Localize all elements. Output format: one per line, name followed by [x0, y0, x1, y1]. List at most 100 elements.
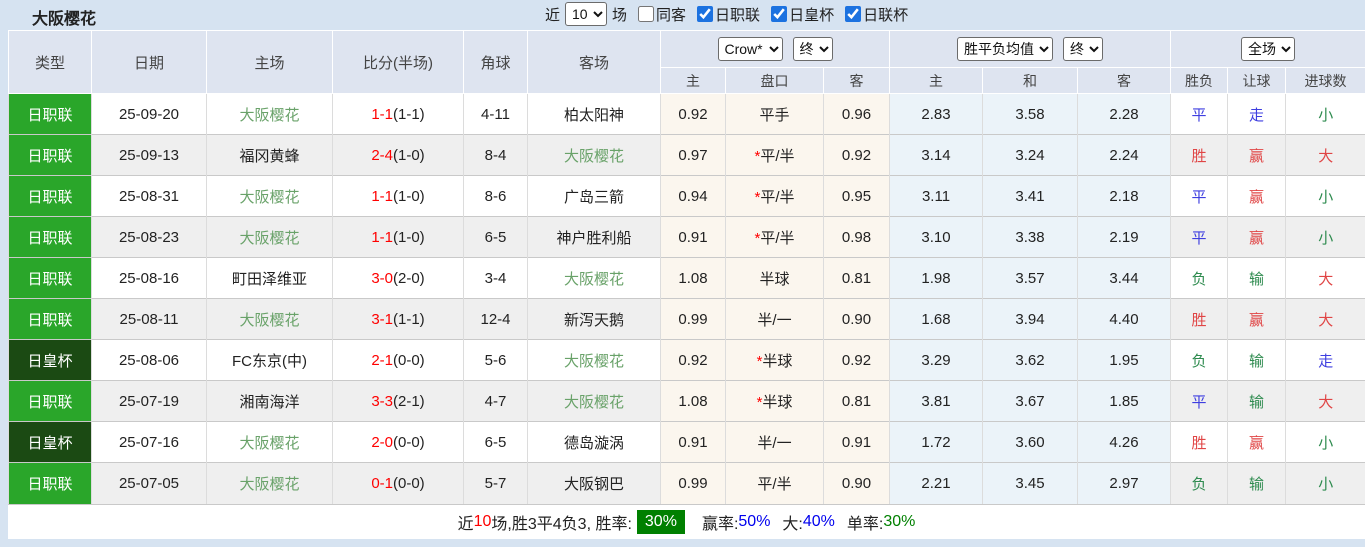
half-time-score: (2-1)	[393, 392, 425, 410]
avg-away-cell: 2.28	[1077, 93, 1171, 135]
result-cell: 胜	[1170, 421, 1228, 463]
matches-table-wrap: 类型 日期 主场 比分(半场) 角球 客场 Crow* 终 胜平负均值 终 全场…	[8, 30, 1365, 504]
date-cell: 25-09-13	[91, 134, 207, 176]
avg-home-cell: 1.68	[889, 298, 983, 340]
match-row: 日职联 25-09-13 福冈黄蜂 2-4(1-0) 8-4 大阪樱花 0.97…	[8, 134, 1365, 176]
half-time-score: (1-0)	[393, 187, 425, 205]
league-cell: 日皇杯	[8, 421, 92, 463]
recent-label: 近	[545, 6, 561, 24]
avg-draw-cell: 3.45	[982, 462, 1078, 504]
handicap-cell: *半球	[725, 380, 824, 422]
league-cell: 日职联	[8, 216, 92, 258]
home-team-cell: FC东京(中)	[206, 339, 333, 381]
match-row: 日皇杯 25-08-06 FC东京(中) 2-1(0-0) 5-6 大阪樱花 0…	[8, 339, 1365, 381]
handicap-cell: 平/半	[725, 462, 824, 504]
avg-home-cell: 2.83	[889, 93, 983, 135]
away-odds-cell: 0.90	[822, 462, 890, 504]
result-cell: 胜	[1170, 134, 1228, 176]
away-odds-cell: 0.92	[822, 339, 890, 381]
full-time-score: 3-0	[371, 269, 393, 287]
home-odds-cell: 1.08	[660, 380, 726, 422]
handicap-result-cell: 输	[1227, 380, 1286, 422]
score-cell: 1-1(1-0)	[332, 175, 464, 217]
handicap-result-cell: 输	[1227, 339, 1286, 381]
handicap-rate-label: 赢率:	[701, 515, 739, 533]
handicap-text: 平/半	[760, 229, 795, 247]
recent-count-select[interactable]: 10	[565, 2, 608, 26]
score-cell: 2-1(0-0)	[332, 339, 464, 381]
odds-stage-select[interactable]: 终	[792, 37, 833, 61]
away-odds-cell: 0.98	[822, 216, 890, 258]
scope-select[interactable]: 全场	[1241, 37, 1296, 61]
handicap-text: 半/一	[757, 311, 792, 329]
score-cell: 1-1(1-0)	[332, 216, 464, 258]
goals-cell: 小	[1285, 462, 1365, 504]
home-odds-cell: 0.91	[660, 421, 726, 463]
same-away-checkbox[interactable]	[638, 6, 655, 22]
avg-draw-cell: 3.41	[982, 175, 1078, 217]
home-team-cell: 大阪樱花	[206, 175, 333, 217]
league-filter-emperor-cup-checkbox[interactable]	[771, 6, 788, 22]
half-time-score: (0-0)	[393, 474, 425, 492]
avg-draw-cell: 3.60	[982, 421, 1078, 463]
avg-away-cell: 4.26	[1077, 421, 1171, 463]
away-team-cell: 大阪樱花	[527, 257, 661, 299]
avg-away-cell: 2.24	[1077, 134, 1171, 176]
handicap-cell: *平/半	[725, 216, 824, 258]
home-odds-cell: 0.99	[660, 298, 726, 340]
odds-source-select[interactable]: Crow*	[717, 37, 783, 61]
avg-away-cell: 3.44	[1077, 257, 1171, 299]
handicap-cell: *半球	[725, 339, 824, 381]
avg-select[interactable]: 胜平负均值	[957, 37, 1054, 61]
league-cell: 日职联	[8, 134, 92, 176]
home-team-cell: 大阪樱花	[206, 216, 333, 258]
col-header-score: 比分(半场)	[332, 30, 464, 94]
team-title: 大阪樱花	[32, 11, 97, 28]
big-rate-label: 大:	[782, 515, 803, 533]
home-team-cell: 福冈黄蜂	[206, 134, 333, 176]
full-time-score: 2-4	[371, 146, 393, 164]
big-rate-value: 40%	[802, 512, 835, 530]
handicap-text: 平/半	[760, 147, 795, 165]
avg-home-cell: 3.14	[889, 134, 983, 176]
match-row: 日皇杯 25-07-16 大阪樱花 2-0(0-0) 6-5 德岛漩涡 0.91…	[8, 421, 1365, 463]
goals-cell: 小	[1285, 93, 1365, 135]
home-team-cell: 大阪樱花	[206, 421, 333, 463]
full-time-score: 1-1	[371, 105, 393, 123]
avg-stage-select[interactable]: 终	[1063, 37, 1104, 61]
handicap-cell: 半/一	[725, 298, 824, 340]
sub-header-odds-away: 客	[822, 67, 891, 94]
date-cell: 25-08-16	[91, 257, 207, 299]
filter-controls: 近 10 场 同客 日职联 日皇杯 日联杯	[545, 2, 908, 26]
score-cell: 3-0(2-0)	[332, 257, 464, 299]
full-time-score: 1-1	[371, 228, 393, 246]
half-time-score: (1-0)	[393, 228, 425, 246]
single-rate-label: 单率:	[846, 515, 884, 533]
avg-home-cell: 3.11	[889, 175, 983, 217]
league-filter-j1-checkbox[interactable]	[697, 6, 714, 22]
score-cell: 3-3(2-1)	[332, 380, 464, 422]
corner-cell: 6-5	[463, 216, 528, 258]
home-odds-cell: 0.91	[660, 216, 726, 258]
result-cell: 负	[1170, 257, 1228, 299]
league-cell: 日职联	[8, 298, 92, 340]
full-time-score: 1-1	[371, 187, 393, 205]
league-cell: 日职联	[8, 257, 92, 299]
match-row: 日职联 25-07-19 湘南海洋 3-3(2-1) 4-7 大阪樱花 1.08…	[8, 380, 1365, 422]
result-cell: 平	[1170, 175, 1228, 217]
avg-home-cell: 3.81	[889, 380, 983, 422]
full-time-score: 3-1	[371, 310, 393, 328]
result-cell: 负	[1170, 339, 1228, 381]
handicap-result-cell: 输	[1227, 257, 1286, 299]
away-odds-cell: 0.81	[822, 380, 890, 422]
league-filter-league-cup-checkbox[interactable]	[845, 6, 862, 22]
date-cell: 25-07-16	[91, 421, 207, 463]
match-row: 日职联 25-07-05 大阪樱花 0-1(0-0) 5-7 大阪钢巴 0.99…	[8, 462, 1365, 504]
handicap-cell: *平/半	[725, 134, 824, 176]
avg-away-cell: 4.40	[1077, 298, 1171, 340]
avg-away-cell: 1.85	[1077, 380, 1171, 422]
home-odds-cell: 0.92	[660, 339, 726, 381]
avg-draw-cell: 3.24	[982, 134, 1078, 176]
corner-cell: 4-7	[463, 380, 528, 422]
col-header-home: 主场	[206, 30, 333, 94]
